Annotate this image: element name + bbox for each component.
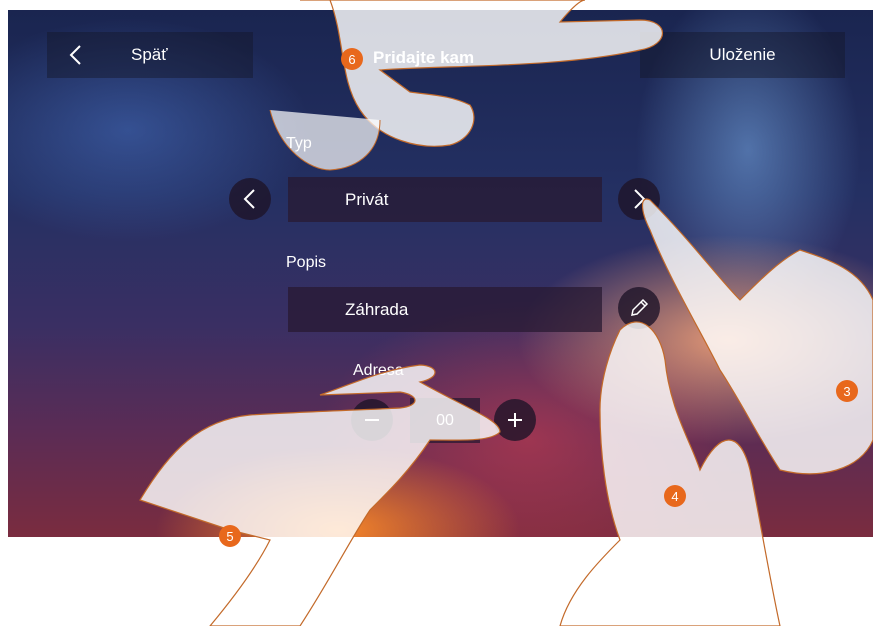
address-increment-button[interactable]	[494, 399, 536, 441]
chevron-left-icon	[69, 45, 81, 65]
address-value[interactable]: 00	[410, 398, 480, 443]
chevron-right-icon	[634, 189, 646, 209]
description-value: Záhrada	[345, 299, 409, 319]
edit-description-button[interactable]	[618, 287, 660, 329]
back-button[interactable]: Späť	[47, 32, 253, 78]
plus-icon	[508, 413, 522, 427]
callout-6: 6	[341, 48, 363, 70]
description-field[interactable]: Záhrada	[288, 287, 602, 332]
type-value: Privát	[345, 189, 389, 209]
save-button[interactable]: Uloženie	[640, 32, 845, 78]
save-label: Uloženie	[709, 45, 776, 64]
page-title: Pridajte kam	[373, 48, 475, 67]
address-decrement-button[interactable]	[351, 399, 393, 441]
minus-icon	[365, 419, 379, 421]
device-screen: Späť Pridajte kam Uloženie Typ Privát Po…	[8, 10, 873, 537]
callout-4: 4	[664, 485, 686, 507]
callout-3: 3	[836, 380, 858, 402]
type-next-button[interactable]	[618, 178, 660, 220]
description-label: Popis	[286, 254, 327, 271]
callout-5: 5	[219, 525, 241, 547]
chevron-left-icon	[243, 189, 255, 209]
type-select[interactable]: Privát	[288, 177, 602, 222]
address-label: Adresa	[353, 362, 404, 379]
back-label: Späť	[131, 45, 168, 64]
type-label: Typ	[286, 135, 312, 152]
pencil-icon	[631, 298, 649, 316]
type-prev-button[interactable]	[229, 178, 271, 220]
